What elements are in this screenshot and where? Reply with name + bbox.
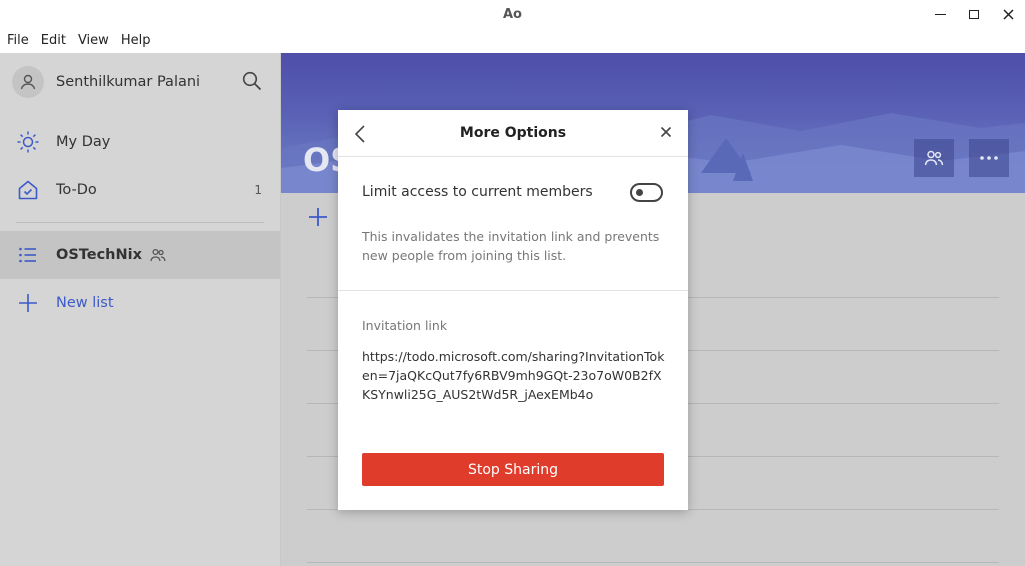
add-task-plus-icon[interactable] (307, 206, 329, 228)
minimize-button[interactable] (923, 0, 957, 28)
toggle-knob (636, 189, 643, 196)
limit-access-label: Limit access to current members (362, 184, 593, 200)
new-list-button[interactable]: New list (0, 279, 280, 327)
menu-view[interactable]: View (78, 30, 109, 53)
window-controls (923, 0, 1025, 30)
close-window-button[interactable] (991, 0, 1025, 28)
people-icon (150, 248, 166, 262)
maximize-button[interactable] (957, 0, 991, 28)
dialog-header: More Options (338, 110, 688, 157)
minimize-icon (934, 13, 946, 15)
limit-access-section: Limit access to current members This inv… (338, 157, 688, 291)
new-list-label: New list (56, 295, 114, 311)
limit-access-description: This invalidates the invitation link and… (362, 229, 660, 263)
task-count: 1 (254, 183, 262, 197)
menu-file[interactable]: File (7, 30, 29, 53)
more-options-dialog: More Options Limit access to current mem… (338, 110, 688, 510)
more-icon (980, 156, 998, 160)
sidebar: Senthilkumar Palani My Day To-Do 1 OSTec… (0, 53, 281, 566)
invitation-link-label: Invitation link (362, 318, 448, 333)
close-icon[interactable] (660, 126, 672, 138)
sidebar-item-label: To-Do (56, 182, 97, 198)
user-row[interactable]: Senthilkumar Palani (0, 53, 280, 111)
home-icon (18, 180, 38, 200)
window-title: Ao (503, 7, 522, 22)
avatar (12, 66, 44, 98)
limit-access-toggle[interactable] (630, 183, 663, 202)
title-bar: Ao (0, 0, 1025, 30)
list-icon (19, 247, 36, 263)
sidebar-item-ostechnix[interactable]: OSTechNix (0, 231, 280, 279)
user-icon (20, 74, 36, 90)
people-icon (924, 150, 944, 166)
dialog-title: More Options (459, 125, 567, 141)
plus-icon (19, 294, 37, 312)
sidebar-item-label: My Day (56, 134, 111, 150)
task-row-divider (307, 562, 999, 563)
more-options-button[interactable] (969, 139, 1009, 177)
menu-edit[interactable]: Edit (41, 30, 66, 53)
maximize-icon (969, 9, 979, 19)
user-name: Senthilkumar Palani (56, 74, 201, 90)
sidebar-item-label: OSTechNix (56, 247, 142, 263)
menu-help[interactable]: Help (121, 30, 151, 53)
sidebar-item-to-do[interactable]: To-Do 1 (0, 166, 280, 214)
invitation-link[interactable]: https://todo.microsoft.com/sharing?Invit… (362, 347, 666, 404)
close-window-icon (1002, 8, 1014, 20)
sidebar-item-my-day[interactable]: My Day (0, 118, 280, 166)
sun-icon (17, 131, 39, 153)
search-icon[interactable] (242, 71, 262, 91)
menu-bar: File Edit View Help (0, 30, 1025, 53)
sharing-button[interactable] (914, 139, 954, 177)
sidebar-divider (16, 222, 264, 223)
stop-sharing-button[interactable]: Stop Sharing (362, 453, 664, 486)
